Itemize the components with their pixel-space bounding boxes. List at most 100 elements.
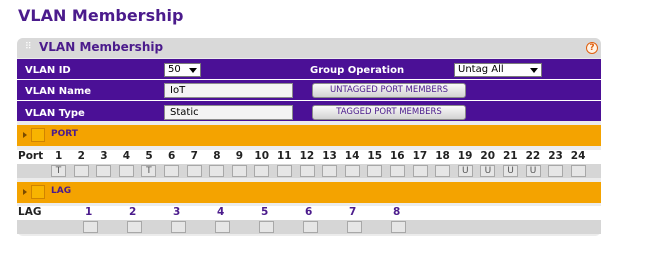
port-membership-cell[interactable] [390,165,405,177]
port-header-label: Port [18,150,44,162]
lag-header-label: LAG [18,206,42,218]
port-cells-row: TTUUUU [17,164,601,178]
port-section-label: PORT [51,129,78,139]
lag-section-header[interactable]: LAG [17,182,601,203]
lag-membership-cell[interactable] [303,221,318,233]
port-membership-cell[interactable] [186,165,202,177]
port-number-label: 9 [235,150,244,162]
tagged-port-members-button[interactable]: TAGGED PORT MEMBERS [312,105,466,120]
port-membership-cell[interactable] [367,165,383,177]
group-operation-label: Group Operation [310,65,405,76]
vlan-id-select[interactable]: 50 [164,63,201,77]
form-divider [17,79,601,80]
port-number-label: 13 [322,150,337,162]
port-membership-cell[interactable] [96,165,112,177]
lag-number-label: 1 [85,206,93,218]
port-number-label: 23 [548,150,563,162]
lag-membership-cell[interactable] [83,221,98,233]
port-membership-cell[interactable] [164,165,179,177]
vlan-membership-panel: ⠿ VLAN Membership ? VLAN ID 50 Group Ope… [17,38,601,236]
vlan-form: VLAN ID 50 Group Operation Untag All VLA… [17,59,601,121]
select-all-ports-box[interactable] [31,128,45,142]
help-icon[interactable]: ? [586,42,598,54]
lag-number-label: 3 [173,206,181,218]
port-number-label: 24 [570,150,586,162]
port-membership-cell[interactable]: U [457,165,473,177]
lag-section-label: LAG [51,186,72,196]
lag-membership-cell[interactable] [259,221,274,233]
port-number-label: 8 [213,150,221,162]
port-membership-cell[interactable]: T [51,165,66,177]
group-operation-select[interactable]: Untag All [454,63,542,77]
port-membership-cell[interactable] [254,165,270,177]
port-membership-cell[interactable]: U [480,165,496,177]
port-membership-cell[interactable] [412,165,428,177]
page-title: VLAN Membership [18,6,184,25]
port-number-label: 10 [254,150,270,162]
lag-number-label: 4 [217,206,225,218]
drag-grip-icon[interactable]: ⠿ [25,42,33,52]
untagged-port-members-button[interactable]: UNTAGGED PORT MEMBERS [312,83,466,98]
port-section-header[interactable]: PORT [17,125,601,146]
form-divider [17,100,601,101]
port-membership-cell[interactable] [209,165,225,177]
port-number-label: 12 [299,150,315,162]
lag-membership-cell[interactable] [215,221,230,233]
port-membership-cell[interactable] [73,165,89,177]
port-number-row: Port 1 2 3 4 5 6 7 8 9 10 11 12 13 14 15 16 17 18 19 20 21 22… [17,150,601,164]
port-number-label: 17 [412,150,428,162]
port-number-label: 16 [390,150,405,162]
lag-number-row: LAG 1 2 3 4 5 6 7 8 [17,206,601,220]
port-membership-cell[interactable] [344,165,360,177]
port-number-label: 15 [367,150,383,162]
panel-title: VLAN Membership [39,40,164,54]
port-number-label: 5 [145,150,153,162]
port-number-label: 11 [277,150,292,162]
port-membership-cell[interactable] [277,165,292,177]
expand-arrow-icon[interactable] [23,189,27,195]
port-membership-cell[interactable] [322,165,338,177]
port-number-label: 4 [122,150,131,162]
port-number-label: 7 [190,150,198,162]
port-membership-cell[interactable] [118,165,134,177]
lag-number-label: 7 [349,206,357,218]
port-membership-cell[interactable]: U [503,165,518,177]
select-all-lags-box[interactable] [31,185,45,199]
lag-number-label: 6 [305,206,313,218]
lag-membership-cell[interactable] [347,221,362,233]
vlan-type-field: Static [164,105,293,120]
port-number-label: 2 [77,150,85,162]
port-membership-cell[interactable] [299,165,315,177]
port-number-label: 18 [435,150,450,162]
port-number-label: 22 [525,150,541,162]
port-membership-cell[interactable] [548,165,564,177]
lag-number-label: 8 [393,206,401,218]
lag-membership-cell[interactable] [127,221,142,233]
port-number-label: 14 [344,150,360,162]
port-membership-cell[interactable]: U [525,165,541,177]
vlan-id-value: 50 [168,64,181,75]
expand-arrow-icon[interactable] [23,132,27,138]
port-number-label: 20 [480,150,496,162]
port-number-label: 3 [100,150,108,162]
port-number-label: 19 [457,150,473,162]
port-membership-cell[interactable]: T [141,165,157,177]
chevron-down-icon [189,68,197,73]
group-operation-value: Untag All [458,64,504,75]
port-number-label: 1 [55,150,63,162]
vlan-type-label: VLAN Type [25,108,85,119]
port-membership-cell[interactable] [570,165,586,177]
lag-number-label: 5 [261,206,269,218]
vlan-name-label: VLAN Name [25,86,92,97]
port-membership-cell[interactable] [231,165,247,177]
port-number-label: 21 [503,150,518,162]
panel-header: ⠿ VLAN Membership ? [17,38,601,58]
lag-membership-cell[interactable] [391,221,406,233]
lag-number-label: 2 [129,206,137,218]
lag-cells-row [17,220,601,234]
lag-membership-cell[interactable] [171,221,186,233]
port-membership-cell[interactable] [435,165,451,177]
chevron-down-icon [530,68,538,73]
vlan-name-input[interactable]: IoT [164,83,293,98]
vlan-id-label: VLAN ID [25,65,71,76]
